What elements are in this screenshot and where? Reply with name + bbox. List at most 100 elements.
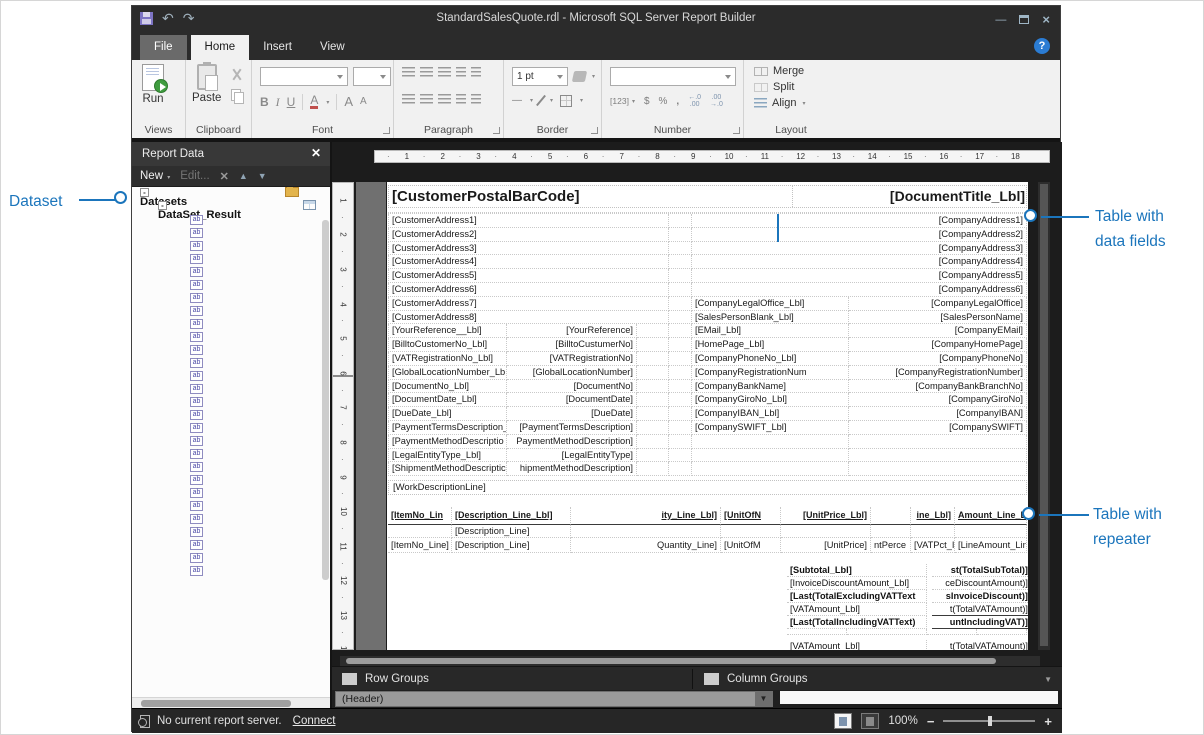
report-cell[interactable]: [CompanyRegistrationNum — [692, 366, 849, 380]
report-cell[interactable]: [CustomerAddress6] — [388, 283, 669, 297]
report-cell[interactable] — [871, 525, 911, 538]
report-cell[interactable]: ine_Lbl] — [911, 507, 955, 525]
row-group-dropdown-icon[interactable]: ▼ — [755, 692, 772, 706]
report-cell[interactable] — [692, 462, 849, 476]
report-cell[interactable]: [CompanyLegalOffice_Lbl] — [692, 297, 849, 311]
report-cell[interactable]: [VATPct_I — [911, 538, 955, 553]
tree-item-field[interactable]: abCompanyBankName — [132, 408, 330, 421]
report-cell[interactable]: t(TotalVATAmount)] — [932, 640, 1028, 650]
report-cell[interactable]: [PaymentTermsDescription] — [507, 421, 637, 435]
report-cell[interactable]: [SalesPersonName] — [849, 311, 1027, 325]
report-cell[interactable]: [CompanyPhoneNo] — [849, 352, 1027, 366]
report-cell[interactable]: [CompanyIBAN_Lbl] — [692, 407, 849, 421]
report-cell[interactable]: [Subtotal_Lbl] — [787, 564, 927, 578]
tree-item-field[interactable]: abCompanyAddress5 — [132, 265, 330, 278]
align-bottom-icon[interactable] — [438, 67, 451, 77]
number-format-combobox[interactable] — [610, 67, 736, 86]
tree-item-field[interactable]: abCompanyIBAN_Lbl — [132, 499, 330, 512]
zoom-slider[interactable] — [943, 720, 1035, 722]
report-cell[interactable]: [DocumentNo] — [507, 380, 637, 394]
report-cell[interactable]: [GlobalLocationNumber_Lb — [388, 366, 507, 380]
tree-item-field[interactable]: abCompanyBankBranchN — [132, 447, 330, 460]
report-cell[interactable]: [InvoiceDiscountAmount_Lbl] — [787, 577, 927, 591]
report-cell[interactable]: [DueDate_Lbl] — [388, 407, 507, 421]
border-color-pencil-icon[interactable] — [536, 95, 546, 106]
report-cell[interactable]: [CompanyRegistrationNumber] — [849, 366, 1027, 380]
report-cell[interactable] — [871, 507, 911, 525]
font-dialog-launcher-icon[interactable] — [383, 127, 390, 134]
report-cell[interactable]: [CustomerAddress3] — [388, 242, 669, 256]
report-cell[interactable]: Quantity_Line] — [571, 538, 721, 553]
paragraph-dialog-launcher-icon[interactable] — [493, 127, 500, 134]
panel-horizontal-scrollbar[interactable] — [132, 697, 330, 708]
report-cell[interactable]: [EMail_Lbl] — [692, 324, 849, 338]
report-cell[interactable] — [669, 255, 692, 269]
report-cell[interactable]: [YourReference] — [507, 324, 637, 338]
report-cell[interactable]: [CustomerPostalBarCode] — [389, 186, 792, 207]
report-cell[interactable] — [637, 462, 669, 476]
report-cell[interactable] — [637, 366, 669, 380]
report-cell[interactable] — [669, 380, 692, 394]
align-center-icon[interactable] — [420, 94, 433, 104]
report-cell[interactable]: [DueDate] — [507, 407, 637, 421]
run-view-icon[interactable] — [861, 713, 879, 729]
zoom-out-button[interactable]: − — [927, 714, 935, 729]
panel-close-icon[interactable]: ✕ — [311, 146, 321, 160]
report-cell[interactable] — [669, 462, 692, 476]
report-cell[interactable] — [927, 629, 977, 635]
tree-item-field[interactable]: abCompanyBankName_L — [132, 421, 330, 434]
report-cell[interactable]: [CustomerAddress5] — [388, 269, 669, 283]
number-dialog-launcher-icon[interactable] — [733, 127, 740, 134]
report-cell[interactable] — [637, 449, 669, 463]
tree-item-field[interactable]: abCompanyEMail — [132, 330, 330, 343]
tree-item-field[interactable]: abCompanyAddress8 — [132, 304, 330, 317]
report-cell[interactable]: [VATRegistrationNo] — [507, 352, 637, 366]
bullet-list-icon[interactable] — [456, 94, 466, 104]
report-cell[interactable]: Amount_Line_Lbl] — [955, 507, 1027, 525]
report-cell[interactable] — [637, 324, 669, 338]
tree-item-field[interactable]: abCompanyAddress3 — [132, 239, 330, 252]
report-cell[interactable]: [YourReference__Lbl] — [388, 324, 507, 338]
report-cell[interactable] — [669, 228, 692, 242]
italic-button[interactable]: I — [276, 95, 280, 109]
report-cell[interactable] — [669, 435, 692, 449]
report-cell[interactable]: [UnitOfN — [721, 507, 781, 525]
tree-item-datasets[interactable]: - Datasets — [132, 187, 330, 200]
report-cell[interactable]: [CustomerAddress7] — [388, 297, 669, 311]
tab-view[interactable]: View — [306, 35, 359, 60]
design-vertical-scrollbar[interactable] — [1038, 182, 1050, 650]
align-left-icon[interactable] — [402, 94, 415, 104]
row-group-header-item[interactable]: (Header) ▼ — [335, 691, 773, 707]
report-cell[interactable]: [CompanyAddress1] — [692, 214, 1027, 228]
border-width-combobox[interactable]: 1 pt — [512, 67, 568, 86]
report-cell[interactable]: ceDiscountAmount)] — [932, 577, 1028, 591]
borders-icon[interactable] — [560, 95, 572, 107]
report-cell[interactable]: [UnitPrice] — [781, 538, 871, 553]
tree-item-field[interactable]: abCompanyBankAccoun — [132, 473, 330, 486]
tree-item-field[interactable]: abCompanyLogoPosition — [132, 538, 330, 551]
report-cell[interactable] — [911, 525, 955, 538]
font-family-combobox[interactable] — [260, 67, 348, 86]
report-cell[interactable]: [CustomerAddress8] — [388, 311, 669, 325]
report-cell[interactable]: [CompanyBankName] — [692, 380, 849, 394]
report-cell[interactable]: [CompanyLegalOffice] — [849, 297, 1027, 311]
font-size-combobox[interactable] — [353, 67, 391, 86]
close-button[interactable]: × — [1042, 12, 1050, 27]
tree-item-field[interactable]: abCompanyGiroNo — [132, 382, 330, 395]
report-cell[interactable] — [637, 421, 669, 435]
tree-item-field[interactable]: abCompanyAddress2 — [132, 226, 330, 239]
report-cell[interactable] — [669, 269, 692, 283]
report-cell[interactable] — [669, 297, 692, 311]
report-cell[interactable]: [VATAmount_Lbl] — [787, 603, 927, 617]
report-cell[interactable]: [BilltoCustumerNo] — [507, 338, 637, 352]
report-cell[interactable] — [669, 421, 692, 435]
report-cell[interactable] — [781, 525, 871, 538]
report-cell[interactable]: [DocumentTitle_Lbl] — [792, 186, 1028, 207]
report-cell[interactable]: [ItemNo_Line] — [388, 538, 452, 553]
design-view-icon[interactable] — [834, 713, 852, 729]
paste-button[interactable]: Paste — [192, 64, 221, 104]
panel-vertical-scrollbar[interactable] — [322, 220, 329, 580]
report-cell[interactable] — [669, 407, 692, 421]
percent-icon[interactable]: % — [659, 96, 668, 107]
maximize-button[interactable] — [1019, 15, 1029, 24]
